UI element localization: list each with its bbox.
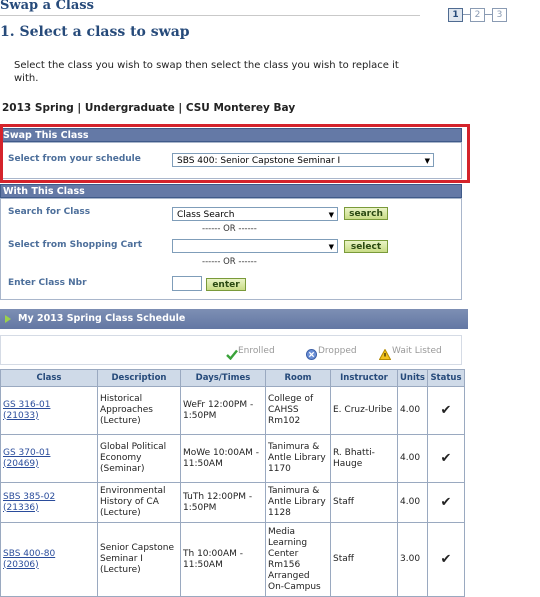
class-nbr-link[interactable]: (21336) <box>3 503 39 513</box>
class-search-select[interactable]: Class Search ▼ <box>172 207 338 221</box>
with-section-header: With This Class <box>0 184 462 198</box>
class-nbr-link[interactable]: (20306) <box>3 560 39 570</box>
column-header-instructor: Instructor <box>330 369 398 387</box>
instructions-text: Select the class you wish to swap then s… <box>14 60 399 84</box>
enrolled-legend-label: Enrolled <box>238 346 275 356</box>
instructor-cell: Staff <box>330 482 398 523</box>
table-header-row: Class Description Days/Times Room Instru… <box>0 369 465 387</box>
days-times-cell: Th 10:00AM - 11:50AM <box>180 522 266 597</box>
instructor-cell: R. Bhatti-Hauge <box>330 434 398 483</box>
column-header-units: Units <box>397 369 428 387</box>
units-cell: 4.00 <box>397 386 428 435</box>
instructor-cell: E. Cruz-Uribe <box>330 386 398 435</box>
table-row: GS 370-01 (20469) Global Political Econom… <box>0 434 465 483</box>
enrolled-status-icon: ✔ <box>427 386 465 435</box>
dropped-legend-icon <box>306 345 317 364</box>
enrolled-status-icon: ✔ <box>427 522 465 597</box>
units-cell: 4.00 <box>397 434 428 483</box>
term-line: 2013 Spring | Undergraduate | CSU Monter… <box>2 102 296 114</box>
instructor-cell: Staff <box>330 522 398 597</box>
step-3-indicator: 3 <box>492 8 507 22</box>
schedule-header: My 2013 Spring Class Schedule <box>0 309 468 329</box>
chevron-down-icon: ▼ <box>328 211 334 219</box>
or-divider: ------ OR ------ <box>202 224 257 234</box>
class-cell: SBS 400-80 (20306) <box>0 522 98 597</box>
class-link[interactable]: GS 316-01 <box>3 400 50 410</box>
description-cell: Senior Capstone Seminar I (Lecture) <box>97 522 181 597</box>
wait-listed-legend-icon <box>378 345 392 364</box>
wait-listed-legend-label: Wait Listed <box>392 346 442 356</box>
class-schedule-table: Class Description Days/Times Room Instru… <box>0 369 465 597</box>
highlight-frame <box>0 124 470 183</box>
column-header-days-times: Days/Times <box>180 369 266 387</box>
or-divider: ------ OR ------ <box>202 257 257 267</box>
expand-triangle-icon[interactable] <box>5 315 11 323</box>
days-times-cell: MoWe 10:00AM - 11:50AM <box>180 434 266 483</box>
dropped-legend-label: Dropped <box>318 346 357 356</box>
class-nbr-link[interactable]: (20469) <box>3 459 39 469</box>
column-header-description: Description <box>97 369 181 387</box>
shopping-cart-select[interactable]: ▼ <box>172 239 338 253</box>
column-header-status: Status <box>427 369 465 387</box>
column-header-class: Class <box>0 369 98 387</box>
class-cell: GS 370-01 (20469) <box>0 434 98 483</box>
shopping-cart-label: Select from Shopping Cart <box>8 240 143 250</box>
room-cell: Tanimura & Antle Library 1170 <box>265 434 331 483</box>
step-connector <box>485 14 492 15</box>
days-times-cell: TuTh 12:00PM - 1:50PM <box>180 482 266 523</box>
room-cell: College of CAHSS Rm102 <box>265 386 331 435</box>
step-heading: 1. Select a class to swap <box>0 24 190 40</box>
room-cell: Tanimura & Antle Library 1128 <box>265 482 331 523</box>
description-cell: Environmental History of CA (Lecture) <box>97 482 181 523</box>
step-connector <box>463 14 470 15</box>
search-button[interactable]: search <box>344 207 388 220</box>
class-cell: GS 316-01 (21033) <box>0 386 98 435</box>
select-button[interactable]: select <box>344 240 388 253</box>
class-cell: SBS 385-02 (21336) <box>0 482 98 523</box>
days-times-cell: WeFr 12:00PM - 1:50PM <box>180 386 266 435</box>
class-search-select-value: Class Search <box>177 210 235 220</box>
class-link[interactable]: SBS 385-02 <box>3 492 55 502</box>
table-row: SBS 400-80 (20306) Senior Capstone Semina… <box>0 522 465 597</box>
table-row: GS 316-01 (21033) Historical Approaches (… <box>0 386 465 435</box>
title-divider <box>0 15 420 16</box>
chevron-down-icon: ▼ <box>328 243 334 251</box>
step-2-indicator: 2 <box>470 8 485 22</box>
enrolled-status-icon: ✔ <box>427 434 465 483</box>
search-class-label: Search for Class <box>8 207 91 217</box>
step-1-indicator: 1 <box>448 8 463 22</box>
room-cell: Media Learning Center Rm156 Arranged On-… <box>265 522 331 597</box>
class-nbr-input[interactable] <box>172 276 202 291</box>
enrolled-legend-icon <box>226 345 238 364</box>
column-header-room: Room <box>265 369 331 387</box>
enrolled-status-icon: ✔ <box>427 482 465 523</box>
page-title: Swap a Class <box>0 0 94 13</box>
description-cell: Global Political Economy (Seminar) <box>97 434 181 483</box>
description-cell: Historical Approaches (Lecture) <box>97 386 181 435</box>
class-link[interactable]: SBS 400-80 <box>3 549 55 559</box>
enter-button[interactable]: enter <box>206 278 246 291</box>
class-nbr-link[interactable]: (21033) <box>3 411 39 421</box>
table-row: SBS 385-02 (21336) Environmental History … <box>0 482 465 523</box>
units-cell: 4.00 <box>397 482 428 523</box>
units-cell: 3.00 <box>397 522 428 597</box>
class-link[interactable]: GS 370-01 <box>3 448 50 458</box>
class-nbr-label: Enter Class Nbr <box>8 278 87 288</box>
